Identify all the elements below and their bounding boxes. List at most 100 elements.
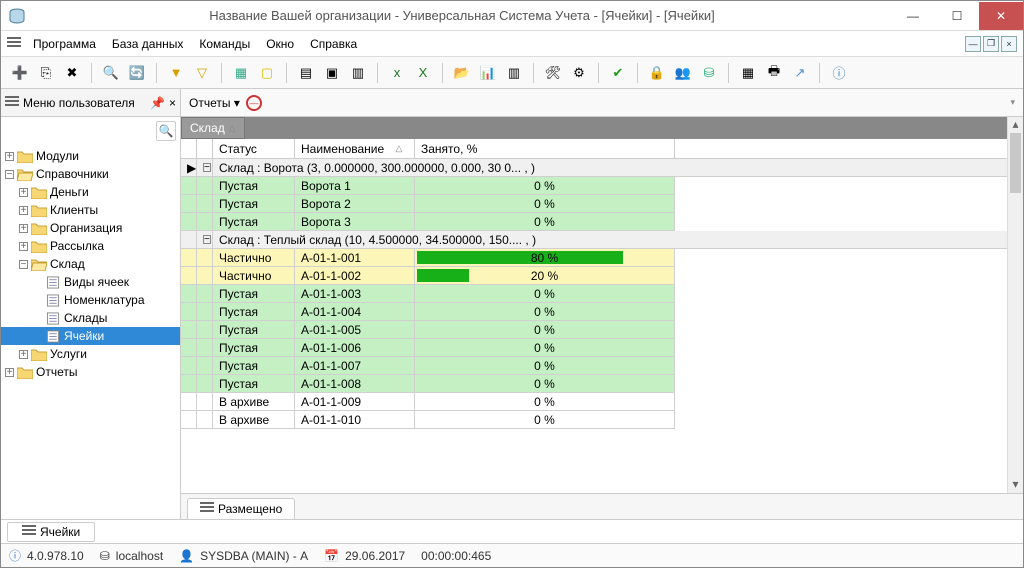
tree-node-Склад[interactable]: −Склад [1,255,180,273]
chart-icon[interactable]: 📊 [477,62,499,84]
tree-node-Деньги[interactable]: +Деньги [1,183,180,201]
tree-label: Отчеты [36,365,77,379]
delete-icon[interactable]: ✖ [61,62,83,84]
table-row[interactable]: ЧастичноA-01-1-00180 % [181,249,1023,267]
info-icon[interactable]: ⓘ [828,62,850,84]
status-version: 4.0.978.10 [27,549,84,563]
tree-node-Виды ячеек[interactable]: Виды ячеек [1,273,180,291]
table-row[interactable]: ПустаяA-01-1-0080 % [181,375,1023,393]
tree-node-Отчеты[interactable]: +Отчеты [1,363,180,381]
tree-node-Номенклатура[interactable]: Номенклатура [1,291,180,309]
tree-node-Организация[interactable]: +Организация [1,219,180,237]
pin-icon[interactable]: 📌 [150,96,165,110]
lock-icon[interactable]: 🔒 [646,62,668,84]
excel1-icon[interactable]: x [386,62,408,84]
table-row[interactable]: В архивеA-01-1-0090 % [181,393,1023,411]
tools-icon[interactable]: 🛠 [542,62,564,84]
table-row[interactable]: ПустаяA-01-1-0040 % [181,303,1023,321]
status-host: localhost [116,549,163,563]
menu-База данных[interactable]: База данных [104,35,191,53]
cell-name: A-01-1-003 [295,285,415,303]
folder-open-icon [31,257,47,271]
table-row[interactable]: ПустаяA-01-1-0050 % [181,321,1023,339]
mdi-min-button[interactable]: — [965,36,981,52]
share-icon[interactable]: ↗ [789,62,811,84]
tab-placed[interactable]: Размещено [187,498,295,519]
cell-status: Пустая [213,357,295,375]
reports-dropdown[interactable]: Отчеты ▾ [189,96,240,110]
menu-Программа[interactable]: Программа [25,35,104,53]
table-row[interactable]: ПустаяA-01-1-0070 % [181,357,1023,375]
col-status[interactable]: Статус [213,139,295,158]
note-icon[interactable]: ▢ [256,62,278,84]
maximize-button[interactable]: ☐ [935,2,979,30]
tree-node-Ячейки[interactable]: Ячейки [1,327,180,345]
table-row[interactable]: ПустаяA-01-1-0030 % [181,285,1023,303]
import-icon[interactable]: 📂 [451,62,473,84]
cell-status: Пустая [213,321,295,339]
stop-icon[interactable]: — [246,95,262,111]
chevron-down-icon[interactable]: ▾ [1010,97,1015,108]
tree-node-Услуги[interactable]: +Услуги [1,345,180,363]
cell-pct: 0 % [415,195,675,213]
tree-label: Услуги [50,347,87,361]
collapse-icon[interactable]: ▥ [347,62,369,84]
tree-node-Рассылка[interactable]: +Рассылка [1,237,180,255]
check-icon[interactable]: ✔ [607,62,629,84]
vertical-scrollbar[interactable]: ▴ ▾ [1007,117,1023,493]
grid3-icon[interactable]: ▦ [737,62,759,84]
col-name[interactable]: Наименование △ [295,139,415,158]
tree-label: Модули [36,149,79,163]
minimize-button[interactable]: — [891,2,935,30]
search-icon[interactable]: 🔍 [100,62,122,84]
gear-icon[interactable]: ⚙ [568,62,590,84]
add-icon[interactable]: ➕ [9,62,31,84]
filter-icon[interactable]: ▼ [165,62,187,84]
cell-pct: 0 % [415,411,675,429]
excel2-icon[interactable]: X [412,62,434,84]
group-row[interactable]: −Склад : Теплый склад (10, 4.500000, 34.… [181,231,1023,249]
tree-node-Модули[interactable]: +Модули [1,147,180,165]
tree-node-Клиенты[interactable]: +Клиенты [1,201,180,219]
table-row[interactable]: В архивеA-01-1-0100 % [181,411,1023,429]
users-icon[interactable]: 👥 [672,62,694,84]
nav-tree: +Модули−Справочники+Деньги+Клиенты+Орган… [1,145,180,519]
grid1-icon[interactable]: ▦ [230,62,252,84]
group-row[interactable]: ▶−Склад : Ворота (3, 0.000000, 300.00000… [181,159,1023,177]
mdi-restore-button[interactable]: ❐ [983,36,999,52]
copy-icon[interactable]: ⎘ [35,62,57,84]
grid2-icon[interactable]: ▤ [295,62,317,84]
groupby-header: Склад△ [181,117,1023,139]
doc-icon [45,329,61,343]
tree-label: Склады [64,311,107,325]
groupby-field[interactable]: Склад△ [181,117,245,139]
list-icon [200,502,214,516]
print-icon[interactable]: 🖶 [763,62,785,84]
columns-icon[interactable]: ▥ [503,62,525,84]
refresh-icon[interactable]: 🔄 [126,62,148,84]
col-pct[interactable]: Занято, % [415,139,675,158]
expand-icon[interactable]: ▣ [321,62,343,84]
table-row[interactable]: ПустаяВорота 10 % [181,177,1023,195]
mdi-close-button[interactable]: × [1001,36,1017,52]
menu-Команды[interactable]: Команды [191,35,258,53]
doc-tab-cells[interactable]: Ячейки [7,522,95,542]
tree-search-icon[interactable]: 🔍 [156,121,176,141]
table-row[interactable]: ЧастичноA-01-1-00220 % [181,267,1023,285]
tree-label: Склад [50,257,85,271]
menu-Окно[interactable]: Окно [258,35,302,53]
table-row[interactable]: ПустаяВорота 20 % [181,195,1023,213]
db-icon[interactable]: ⛁ [698,62,720,84]
cell-status: В архиве [213,393,295,411]
app-icon [7,6,27,26]
tree-node-Склады[interactable]: Склады [1,309,180,327]
info-icon: ⓘ [9,547,21,564]
table-row[interactable]: ПустаяВорота 30 % [181,213,1023,231]
close-button[interactable]: ✕ [979,2,1023,30]
tree-node-Справочники[interactable]: −Справочники [1,165,180,183]
sidebar-close-icon[interactable]: × [169,96,176,110]
table-row[interactable]: ПустаяA-01-1-0060 % [181,339,1023,357]
menu-Справка[interactable]: Справка [302,35,365,53]
sidebar-title: Меню пользователя [23,96,146,110]
filter-clear-icon[interactable]: ▽ [191,62,213,84]
